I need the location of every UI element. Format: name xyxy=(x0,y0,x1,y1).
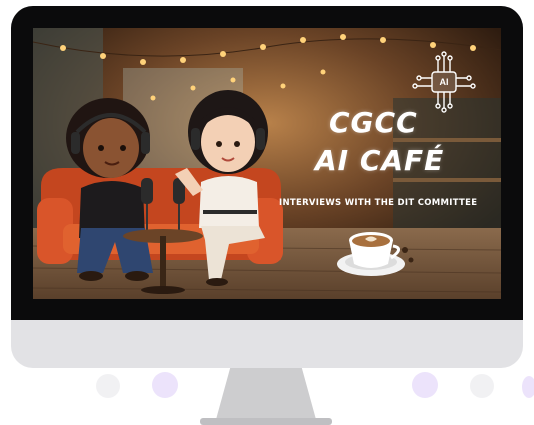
banner-title-line2: AI CAFÉ xyxy=(315,144,445,177)
ai-chip-label: AI xyxy=(439,77,449,87)
monitor-stand-base xyxy=(200,418,332,425)
decor-dot xyxy=(152,372,178,398)
monitor-stand xyxy=(214,368,318,425)
monitor-bezel: CGCC AI CAFÉ INTERVIEWS WITH THE DIT COM… xyxy=(11,6,523,320)
banner-subtitle: INTERVIEWS WITH THE DIT COMMITTEE xyxy=(279,198,478,208)
decor-dot xyxy=(470,374,494,398)
decor-dot xyxy=(522,376,534,398)
banner-image: CGCC AI CAFÉ INTERVIEWS WITH THE DIT COM… xyxy=(33,28,501,299)
decor-dot xyxy=(96,374,120,398)
monitor: CGCC AI CAFÉ INTERVIEWS WITH THE DIT COM… xyxy=(11,6,523,368)
decor-dot xyxy=(412,372,438,398)
banner-title-line1: CGCC xyxy=(329,106,418,139)
